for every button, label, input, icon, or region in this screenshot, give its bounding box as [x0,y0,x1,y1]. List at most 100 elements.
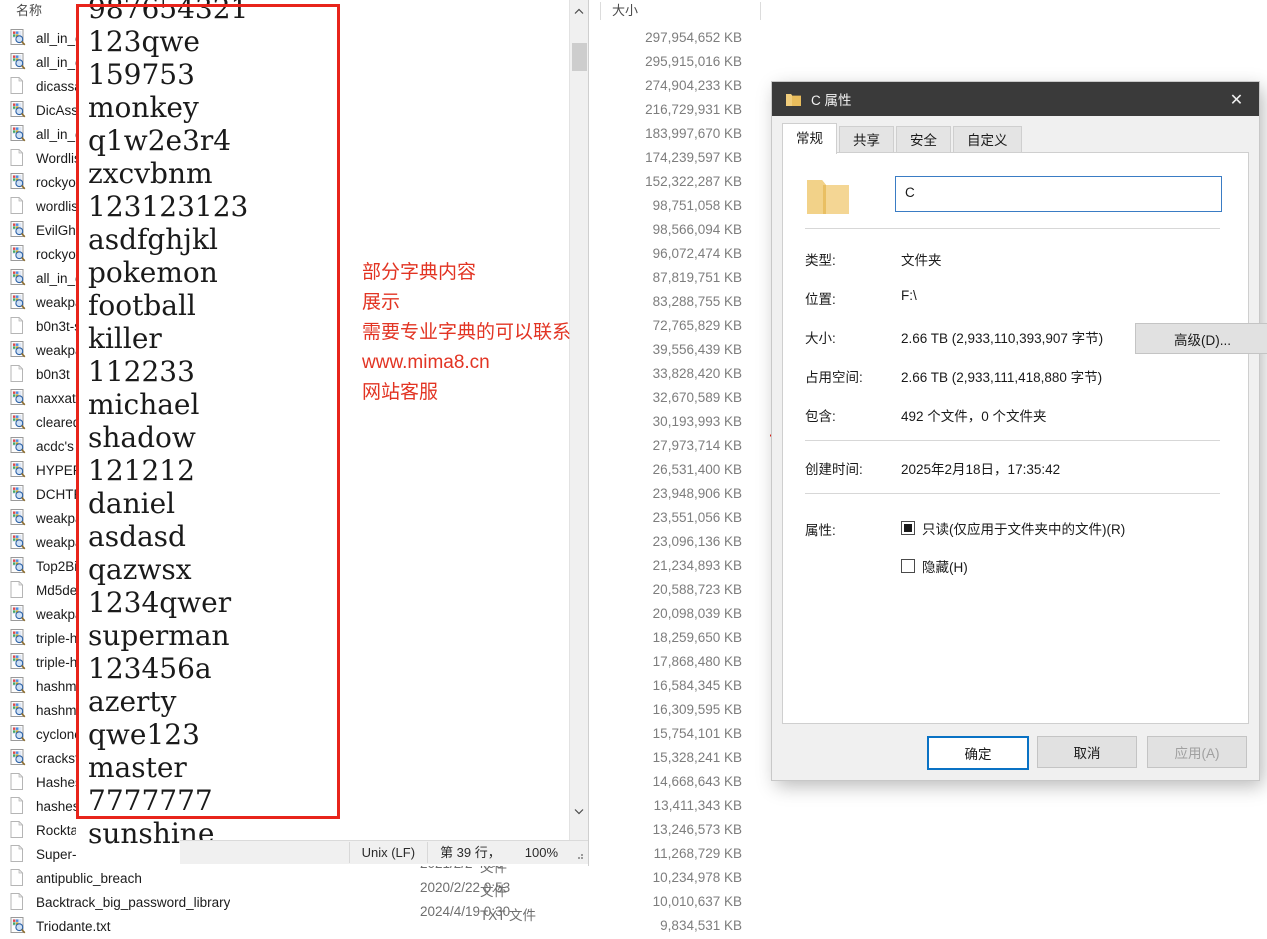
resize-grip-icon[interactable] [570,841,588,864]
tab-2[interactable]: 共享 [839,126,894,154]
blank-doc-icon [10,316,28,335]
file-name: b0n3t [36,366,70,382]
txt-search-icon [10,725,28,743]
file-size: 274,904,233 KB [645,78,742,93]
txt-search-icon [10,701,28,719]
txt-search-icon [10,437,28,455]
dictionary-text-content[interactable]: 987654321 123qwe 159753 monkey q1w2e3r4 … [88,0,518,850]
close-icon[interactable]: ✕ [1214,82,1259,116]
file-size: 295,915,016 KB [645,54,742,69]
size-on-disk-value: 2.66 TB (2,933,111,418,880 字节) [901,370,1103,385]
file-size: 15,328,241 KB [652,750,742,765]
general-tab-panel: C 类型: 文件夹 位置: F:\ 大小: 2.66 TB (2,933,110… [782,152,1267,724]
file-size: 18,259,650 KB [652,630,742,645]
file-size: 297,954,652 KB [645,30,742,45]
large-folder-icon [805,177,851,217]
dialog-title-bar[interactable]: C 属性 ✕ [772,82,1259,116]
file-size: 16,309,595 KB [652,702,742,717]
readonly-checkbox[interactable] [901,521,915,535]
apply-button[interactable]: 应用(A) [1147,736,1247,768]
tab-1[interactable]: 常规 [782,123,837,154]
txt-search-icon [10,341,28,359]
file-size: 23,096,136 KB [652,534,742,549]
status-line-number[interactable]: 第 39 行， [427,842,513,863]
ok-button[interactable]: 确定 [927,736,1029,770]
file-type: TXT 文件 [480,908,537,923]
size-value: 2.66 TB (2,933,110,393,907 字节) [901,331,1104,346]
file-size: 15,754,101 KB [652,726,742,741]
divider [805,493,1220,494]
txt-search-icon [10,269,28,287]
blank-doc-icon [10,844,28,863]
folder-icon [786,93,801,106]
divider [805,440,1220,441]
dialog-button-bar: 确定 取消 应用(A) [772,728,1259,780]
type-value: 文件夹 [901,253,942,268]
status-zoom-level[interactable]: 100% [513,842,570,863]
blank-doc-icon [10,148,28,167]
file-size: 174,239,597 KB [645,150,742,165]
scrollbar-thumb[interactable] [572,43,587,71]
blank-doc-icon [10,76,28,95]
hidden-label: 隐藏(H) [922,560,968,575]
file-name: Backtrack_big_password_library [36,894,231,910]
dialog-title: C 属性 [811,93,852,108]
status-encoding[interactable]: Unix (LF) [348,842,427,863]
type-label: 类型: [805,253,836,268]
folder-name-input[interactable]: C [895,176,1222,212]
file-size: 13,411,343 KB [653,798,742,813]
txt-search-icon [10,557,28,575]
column-divider[interactable] [760,2,761,20]
file-size: 14,668,643 KB [652,774,742,789]
cancel-button[interactable]: 取消 [1037,736,1137,768]
blank-doc-icon [10,820,28,839]
hidden-checkbox-row[interactable]: 隐藏(H) [901,556,968,576]
text-editor-window: 987654321 123qwe 159753 monkey q1w2e3r4 … [76,0,589,866]
tab-4[interactable]: 自定义 [953,126,1022,154]
file-size: 83,288,755 KB [652,294,742,309]
scroll-down-icon[interactable] [570,804,588,822]
advanced-button[interactable]: 高级(D)... [1135,323,1267,354]
folder-name-value: C [905,185,915,200]
column-divider[interactable] [600,2,601,20]
location-label: 位置: [805,292,836,307]
contains-label: 包含: [805,409,836,424]
created-value: 2025年2月18日，17:35:42 [901,462,1061,477]
tab-3[interactable]: 安全 [896,126,951,154]
file-size: 9,834,531 KB [660,918,742,933]
txt-search-icon [10,389,28,407]
readonly-checkbox-row[interactable]: 只读(仅应用于文件夹中的文件)(R) [901,518,1125,538]
file-size: 13,246,573 KB [652,822,742,837]
attributes-label: 属性: [805,523,836,538]
file-type: 文件 [480,884,507,899]
file-size-list: 297,954,652 KB 295,915,016 KB 274,904,233 … [600,26,760,938]
blank-doc-icon [10,868,28,887]
folder-properties-dialog: C 属性 ✕ 常规 共享 安全 自定义 C 类型: 文件夹 位置: F:\ 大小: 2… [772,82,1267,780]
location-value: F:\ [901,288,917,303]
file-size: 183,997,670 KB [645,126,742,141]
blank-doc-icon [10,196,28,215]
txt-search-icon [10,629,28,647]
txt-search-icon [10,293,28,311]
file-size: 32,670,589 KB [652,390,742,405]
scroll-up-icon[interactable] [570,4,588,22]
file-size: 11,268,729 KB [653,846,742,861]
annotation-text: 部分字典内容 展示 需要专业字典的可以联系 www.mima8.cn 网站客服 [362,262,572,403]
column-header-size[interactable]: 大小 [612,0,638,22]
file-size: 26,531,400 KB [652,462,742,477]
file-size: 21,234,893 KB [652,558,742,573]
file-size: 33,828,420 KB [652,366,742,381]
txt-search-icon [10,461,28,479]
file-size: 96,072,474 KB [652,246,742,261]
file-size: 16,584,345 KB [652,678,742,693]
file-size: 152,322,287 KB [645,174,742,189]
txt-search-icon [10,125,28,143]
file-name: antipublic_breach [36,870,142,886]
column-header-name[interactable]: 名称 [16,0,42,22]
file-size: 23,551,056 KB [652,510,742,525]
txt-search-icon [10,605,28,623]
blank-doc-icon [10,892,28,911]
dialog-tab-strip[interactable]: 常规 共享 安全 自定义 [782,122,1024,154]
hidden-checkbox[interactable] [901,559,915,573]
editor-vertical-scrollbar[interactable] [569,0,588,840]
